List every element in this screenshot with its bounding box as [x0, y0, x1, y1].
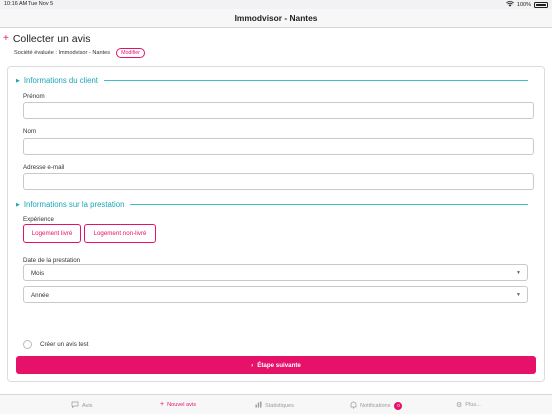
tab-notifications[interactable]: Notifications 0: [350, 401, 403, 411]
company-label: Société évaluée : Immodvisor - Nantes: [14, 50, 111, 56]
status-right: 100%: [506, 1, 548, 9]
plus-icon: +: [160, 401, 165, 408]
tab-label: Statistiques: [265, 402, 294, 409]
tab-label: Notifications: [360, 403, 391, 409]
triangle-right-icon: ▶: [16, 201, 20, 208]
chevron-down-icon: ▼: [516, 270, 521, 276]
speech-bubble-icon: [71, 401, 79, 410]
test-review-label: Créer un avis test: [40, 341, 89, 348]
last-name-label: Nom: [23, 128, 37, 135]
bell-icon: [350, 401, 357, 411]
tab-label: Nouvel avis: [167, 401, 197, 408]
battery-icon: [534, 2, 548, 8]
modify-button[interactable]: Modifier: [116, 48, 145, 58]
form-card: ▶ Informations du client Prénom Nom Adre…: [7, 66, 545, 382]
next-step-button[interactable]: › Étape suivante: [16, 356, 536, 374]
nav-title: Immodvisor - Nantes: [234, 13, 318, 23]
delivered-option-button[interactable]: Logement livré: [23, 224, 81, 243]
email-field[interactable]: [23, 173, 534, 190]
main-content: + Collecter un avis Société évaluée : Im…: [0, 28, 552, 394]
client-section-title: Informations du client: [23, 76, 98, 85]
first-name-field[interactable]: [23, 102, 534, 119]
not-delivered-option-button[interactable]: Logement non-livré: [84, 224, 156, 243]
navigation-bar: Immodvisor - Nantes: [0, 9, 552, 28]
service-section-header[interactable]: ▶ Informations sur la prestation: [16, 200, 528, 209]
month-select-value: Mois: [31, 270, 45, 277]
tab-label: Plus...: [465, 402, 481, 408]
triangle-right-icon: ▶: [16, 77, 20, 84]
tab-more[interactable]: ⚙ Plus...: [456, 401, 481, 409]
gear-icon: ⚙: [456, 402, 463, 409]
tab-statistics[interactable]: Statistiques: [255, 401, 294, 410]
battery-percent: 100%: [516, 2, 531, 8]
page-header: + Collecter un avis: [3, 33, 90, 45]
email-label: Adresse e-mail: [23, 164, 65, 171]
status-time: 10:16 AM: [4, 1, 28, 7]
last-name-field[interactable]: [23, 138, 534, 155]
experience-label: Expérience: [23, 216, 54, 223]
page-title: Collecter un avis: [12, 33, 91, 45]
year-select-value: Année: [31, 292, 49, 299]
notification-badge: 0: [394, 402, 403, 410]
test-review-radio[interactable]: [23, 340, 32, 349]
first-name-label: Prénom: [23, 93, 45, 100]
tab-reviews[interactable]: Avis: [71, 401, 92, 410]
bar-chart-icon: [255, 401, 262, 410]
section-divider: [130, 204, 528, 205]
service-date-label: Date de la prestation: [23, 257, 81, 264]
tab-bar: Avis + Nouvel avis Statistiques Notifica…: [0, 394, 552, 414]
tab-label: Avis: [82, 402, 93, 409]
chevron-down-icon: ▼: [516, 292, 521, 298]
service-section-title: Informations sur la prestation: [23, 200, 125, 209]
chevron-right-icon: ›: [251, 361, 254, 369]
wifi-icon: [506, 1, 514, 9]
company-line: Société évaluée : Immodvisor - Nantes Mo…: [14, 48, 145, 58]
next-step-label: Étape suivante: [257, 361, 301, 369]
tab-new-review[interactable]: + Nouvel avis: [160, 401, 196, 408]
client-section-header[interactable]: ▶ Informations du client: [16, 76, 528, 85]
plus-icon: +: [3, 33, 9, 44]
month-select[interactable]: Mois ▼: [23, 264, 528, 281]
year-select[interactable]: Année ▼: [23, 286, 528, 303]
test-review-option[interactable]: Créer un avis test: [23, 340, 89, 349]
status-date: Tue Nov 5: [28, 1, 54, 7]
section-divider: [103, 80, 528, 81]
status-bar: 10:16 AM Tue Nov 5 100%: [0, 0, 552, 9]
